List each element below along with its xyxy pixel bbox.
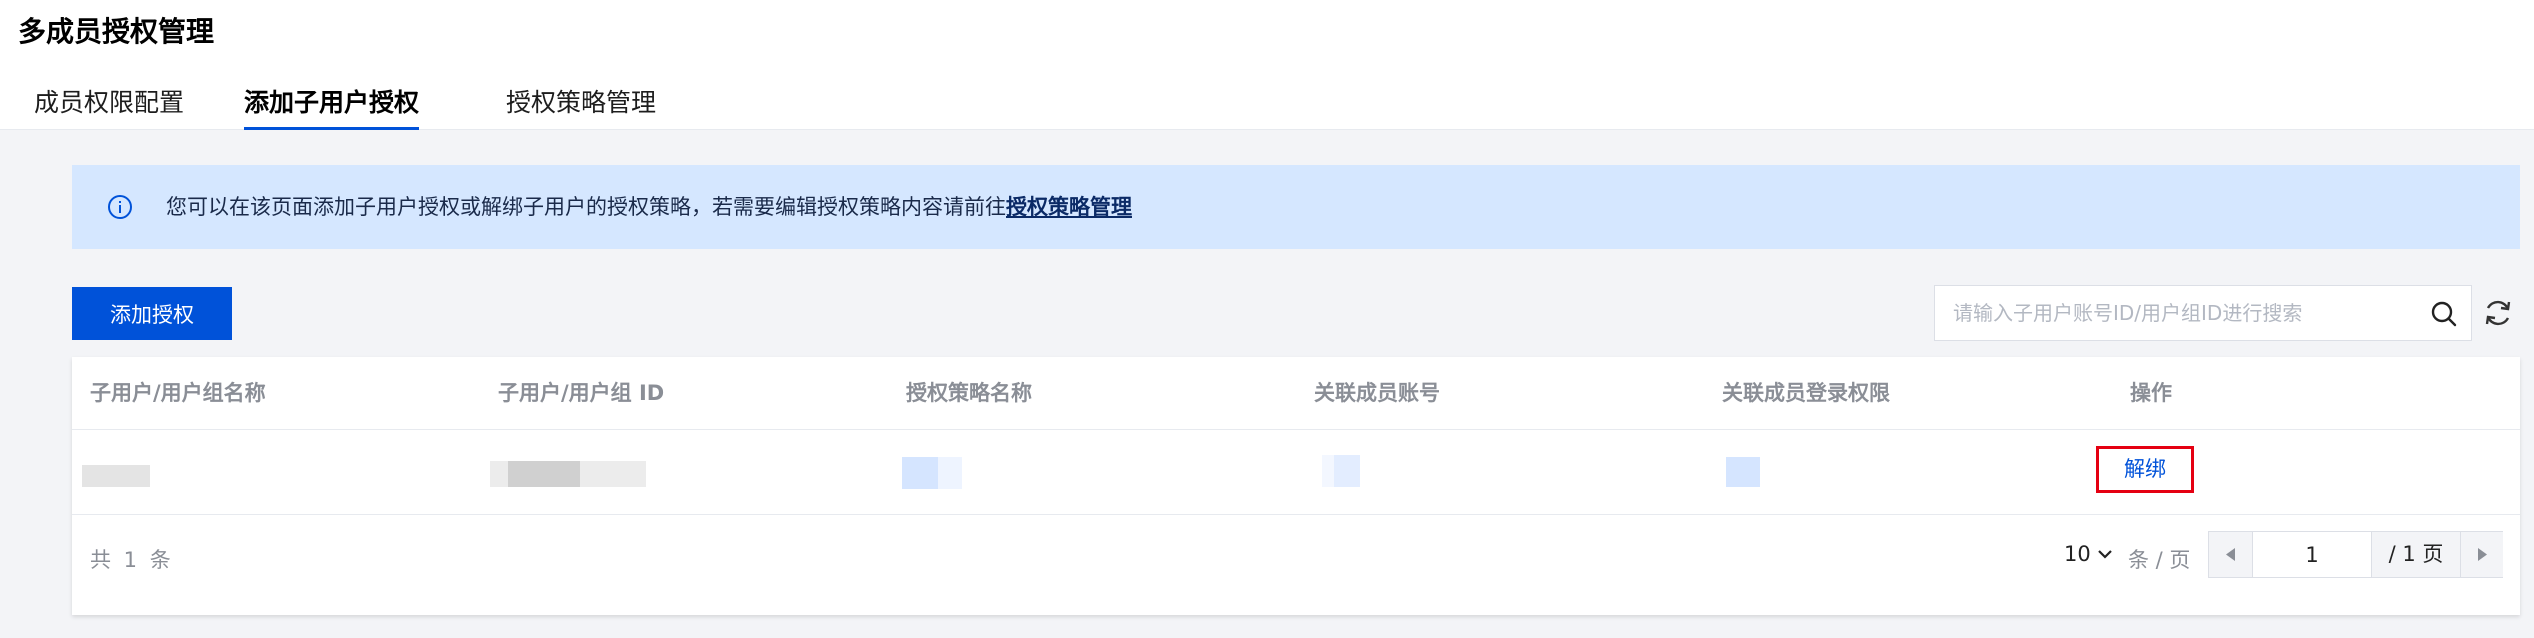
total-count: 共 1 条 [90,548,174,572]
page-number-input[interactable] [2253,532,2371,577]
policy-management-link[interactable]: 授权策略管理 [1006,195,1132,219]
chevron-down-icon [2097,550,2112,559]
row-divider [72,514,2520,515]
search-box [1934,285,2472,341]
next-page-button[interactable] [2461,532,2503,577]
column-header-member-account: 关联成员账号 [1314,381,1440,405]
info-notice: 您可以在该页面添加子用户授权或解绑子用户的授权策略，若需要编辑授权策略内容请前往… [72,165,2520,249]
redacted-name [82,465,150,487]
per-page-label: 条 / 页 [2128,548,2191,572]
search-input[interactable] [1935,286,2405,340]
page-title: 多成员授权管理 [18,15,215,48]
pagination: / 1 页 [2208,531,2503,578]
page-size-select[interactable]: 10 [2064,542,2113,566]
redacted-account-part [1322,455,1334,487]
search-icon[interactable] [2429,299,2459,329]
unbind-link[interactable]: 解绑 [2096,446,2194,493]
column-header-name: 子用户/用户组名称 [90,381,266,405]
notice-message: 您可以在该页面添加子用户授权或解绑子用户的授权策略，若需要编辑授权策略内容请前往… [166,165,1132,249]
tab-policy-management[interactable]: 授权策略管理 [506,80,656,130]
redacted-id [508,461,580,487]
caret-right-icon [2478,548,2487,561]
notice-text: 您可以在该页面添加子用户授权或解绑子用户的授权策略，若需要编辑授权策略内容请前往 [166,195,1006,219]
authorization-table: 子用户/用户组名称 子用户/用户组 ID 授权策略名称 关联成员账号 关联成员登… [72,357,2520,615]
info-icon [108,195,132,219]
redacted-login-permission [1726,457,1760,487]
redacted-policy [902,457,938,489]
refresh-icon[interactable] [2481,296,2515,330]
column-header-policy: 授权策略名称 [906,381,1032,405]
page-size-value: 10 [2064,542,2091,566]
column-header-id: 子用户/用户组 ID [498,381,665,405]
redacted-policy-part [938,457,962,489]
redacted-id-part [580,461,646,487]
column-header-action: 操作 [2130,381,2172,405]
tab-add-subuser-auth[interactable]: 添加子用户授权 [244,80,420,130]
add-authorization-button[interactable]: 添加授权 [72,287,232,340]
total-pages: / 1 页 [2371,532,2461,577]
page-header: 多成员授权管理 成员权限配置 添加子用户授权 授权策略管理 [0,0,2534,130]
column-header-login-permission: 关联成员登录权限 [1722,381,1890,405]
header-divider [72,429,2520,430]
tab-member-permissions[interactable]: 成员权限配置 [34,80,184,130]
redacted-account [1334,455,1360,487]
prev-page-button[interactable] [2209,532,2253,577]
caret-left-icon [2226,548,2235,561]
